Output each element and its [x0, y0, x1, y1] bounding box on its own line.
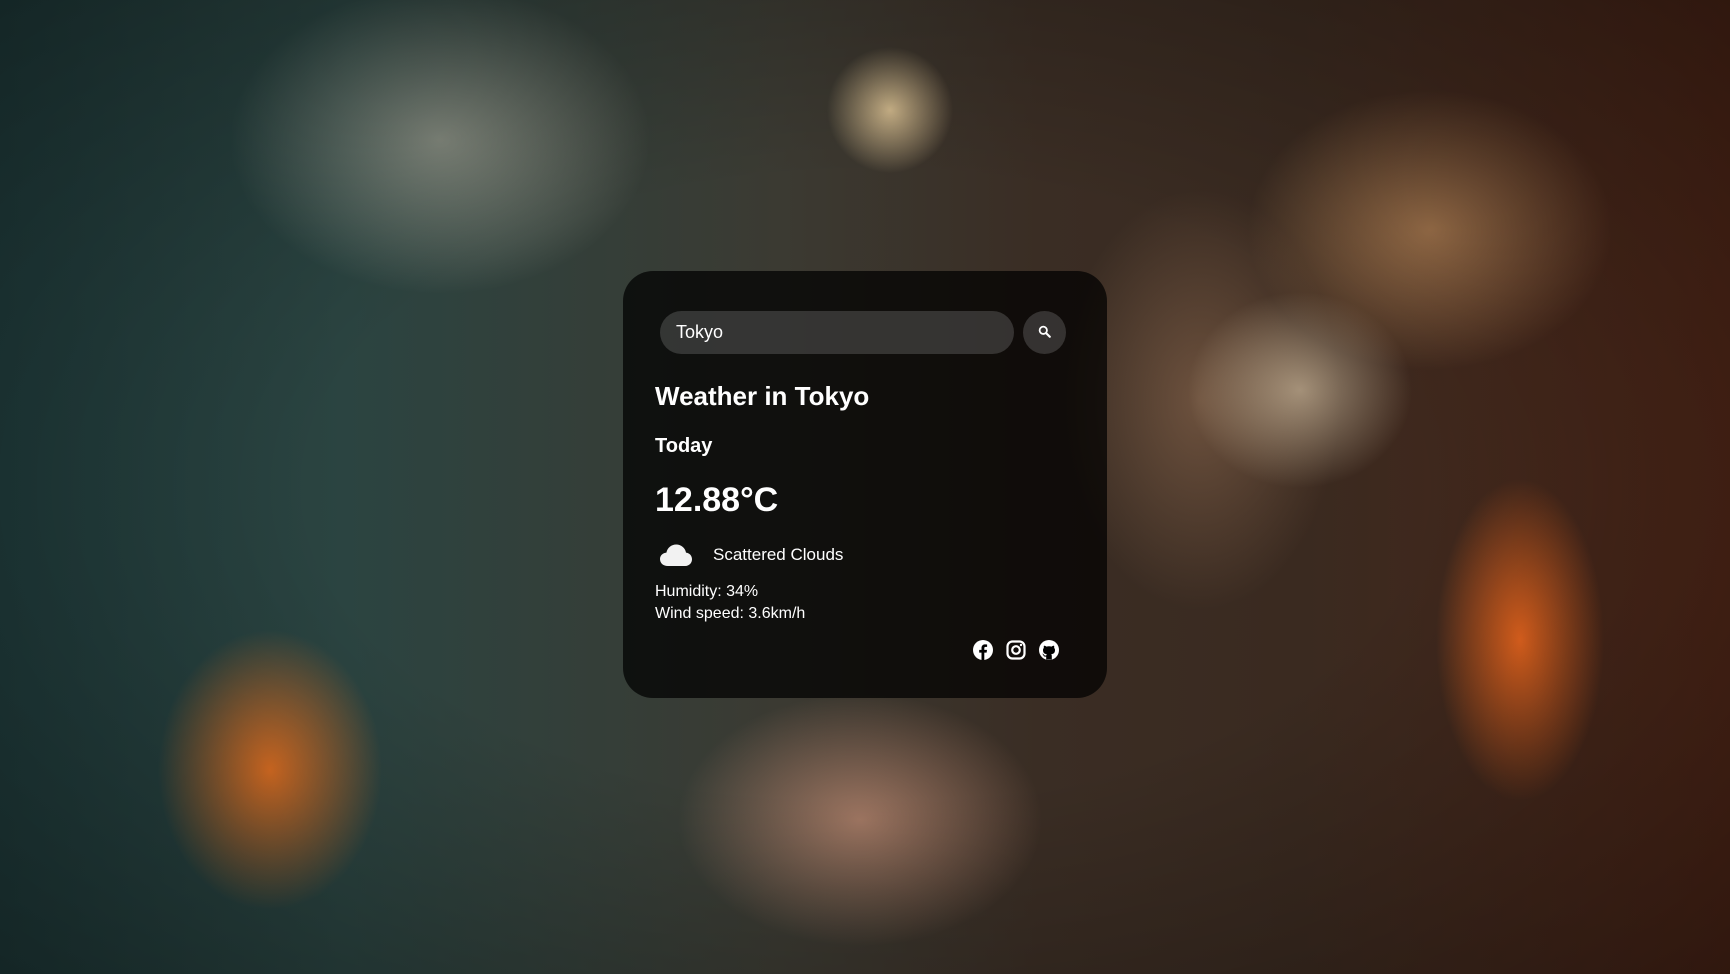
github-icon[interactable]	[1039, 640, 1059, 660]
city-title: Weather in Tokyo	[655, 381, 870, 411]
search-input[interactable]	[660, 311, 1014, 354]
social-links	[973, 640, 1059, 660]
day-label: Today	[655, 435, 713, 457]
cloud-icon	[659, 542, 693, 568]
condition-text: Scattered Clouds	[713, 545, 844, 564]
weather-card: Weather in Tokyo Today 12.88°C Scattered…	[623, 271, 1107, 698]
search-button[interactable]	[1023, 311, 1066, 354]
wind-speed: Wind speed: 3.6km/h	[655, 605, 806, 622]
weather-condition: Scattered Clouds	[659, 542, 843, 568]
humidity: Humidity: 34%	[655, 583, 759, 600]
facebook-icon[interactable]	[973, 640, 993, 660]
instagram-icon[interactable]	[1006, 640, 1026, 660]
temperature: 12.88°C	[655, 481, 779, 519]
search-icon	[1038, 325, 1051, 341]
